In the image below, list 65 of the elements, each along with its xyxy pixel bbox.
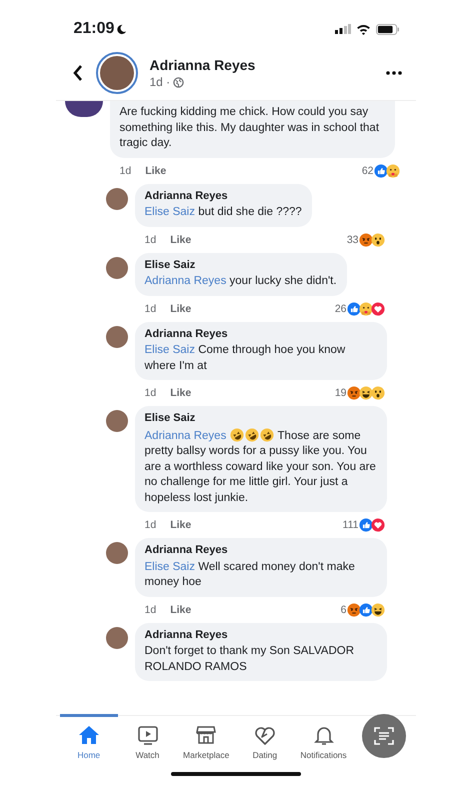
comment-time: 1d xyxy=(144,234,156,246)
comment-author[interactable]: Adrianna Reyes xyxy=(144,628,376,643)
comment-text: Adrianna Reyes Those are some pretty ballsy words for a pussy like you. You are a worthless coward like your son. You are no challenge for me little girl. Your just a hopeless lost junkie. xyxy=(144,428,376,506)
like-link[interactable]: Like xyxy=(145,164,166,176)
avatar[interactable] xyxy=(64,101,102,117)
laughing-face-icon xyxy=(230,428,244,442)
reaction-count[interactable]: 111 xyxy=(342,519,358,531)
moon-icon xyxy=(116,24,128,34)
avatar[interactable] xyxy=(106,410,128,432)
avatar[interactable] xyxy=(106,326,128,348)
like-link[interactable]: Like xyxy=(170,604,192,616)
comment-text: Don't forget to thank my Son SALVADOR ROLANDO RAMOS xyxy=(144,644,356,674)
avatar[interactable] xyxy=(106,542,128,564)
nav-tab[interactable]: Dating xyxy=(236,714,294,766)
profile-name[interactable]: Adrianna Reyes xyxy=(150,57,374,73)
like-link[interactable]: Like xyxy=(170,519,192,531)
comment-time: 1d xyxy=(144,519,156,531)
comment-text: Adrianna Reyes your lucky she didn't. xyxy=(144,274,337,289)
comment-text: Are fucking kidding me chick. How could you say something like this. My daughter was in school that tragic day. xyxy=(120,105,380,151)
reaction-count[interactable]: 6 xyxy=(340,604,346,616)
reaction-count[interactable]: 62 xyxy=(362,164,374,176)
comment-text: Elise Saiz Well scared money don't make money hoe xyxy=(144,560,356,590)
laughing-face-icon xyxy=(244,428,259,442)
mention-link[interactable]: Elise Saiz xyxy=(144,206,195,218)
comment-time: 1d xyxy=(120,164,132,176)
wifi-icon xyxy=(356,24,370,34)
laughing-face-icon xyxy=(260,428,274,442)
nav-tab[interactable]: Marketplace xyxy=(176,714,236,766)
comment-text: Elise Saiz Come through hoe you know where I'm at xyxy=(144,343,346,374)
nav-tab[interactable]: Home xyxy=(60,714,118,766)
comment-author[interactable]: Adrianna Reyes xyxy=(144,188,302,204)
avatar[interactable] xyxy=(106,256,128,278)
globe-icon xyxy=(173,76,184,88)
comment-author[interactable]: Elise Saiz xyxy=(144,411,376,426)
like-link[interactable]: Like xyxy=(170,302,192,314)
profile-avatar[interactable] xyxy=(96,52,138,94)
back-icon[interactable] xyxy=(72,64,84,82)
status-time: 21:09 xyxy=(74,20,128,38)
signal-icon xyxy=(334,24,350,34)
more-icon[interactable] xyxy=(386,71,402,75)
comment-text: Elise Saiz but did she die ???? xyxy=(144,205,302,220)
comment-author[interactable]: Adrianna Reyes xyxy=(144,543,376,558)
comment-time: 1d xyxy=(144,387,156,399)
like-link[interactable]: Like xyxy=(170,387,192,399)
mention-link[interactable]: Elise Saiz xyxy=(144,560,195,572)
scan-text-icon xyxy=(372,724,396,748)
reaction-count[interactable]: 19 xyxy=(334,387,346,399)
like-link[interactable]: Like xyxy=(170,234,192,246)
nav-tab[interactable]: Notifications xyxy=(294,714,353,766)
avatar[interactable] xyxy=(106,188,128,210)
nav-tab[interactable]: Watch xyxy=(118,714,177,766)
post-meta: 1d · xyxy=(150,75,170,89)
avatar[interactable] xyxy=(106,626,128,648)
comment-author[interactable]: Elise Saiz xyxy=(144,258,337,273)
reaction-count[interactable]: 26 xyxy=(334,302,346,314)
mention-link[interactable]: Adrianna Reyes xyxy=(144,275,226,287)
mention-link[interactable]: Elise Saiz xyxy=(144,344,195,356)
video-icon xyxy=(136,723,160,747)
comment-time: 1d xyxy=(144,302,156,314)
comment-author[interactable]: Adrianna Reyes xyxy=(144,326,376,342)
battery-icon xyxy=(376,24,400,34)
mention-link[interactable]: Adrianna Reyes xyxy=(144,430,226,442)
comment-time: 1d xyxy=(144,604,156,616)
home-icon xyxy=(76,723,101,747)
reaction-count[interactable]: 33 xyxy=(346,234,358,246)
